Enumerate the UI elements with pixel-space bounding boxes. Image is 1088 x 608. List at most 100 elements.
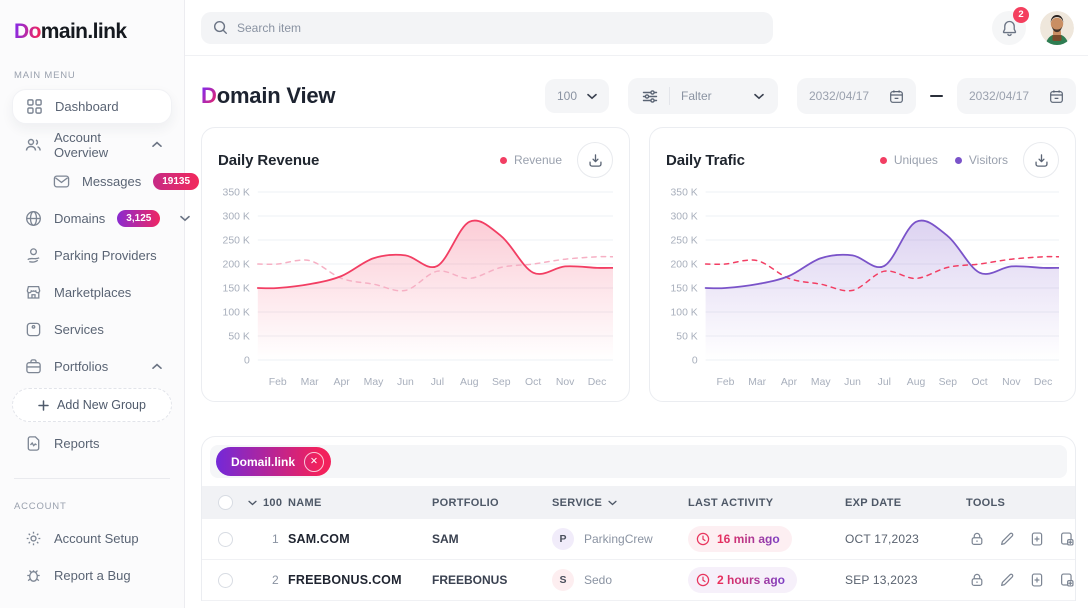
content: Domain View 100 Falter 2032/04/17 [185,56,1088,601]
download-chart-button[interactable] [1023,142,1059,178]
service-initial-badge: S [552,569,574,591]
edit-pencil-icon[interactable] [996,528,1018,550]
briefcase-icon [24,358,42,376]
notifications-button[interactable]: 2 [992,11,1026,45]
service-cell: S Sedo [552,569,688,591]
search-input[interactable] [237,21,761,35]
file-export-icon[interactable] [1056,569,1076,591]
svg-text:Mar: Mar [301,377,319,388]
clock-icon [696,532,710,546]
sidebar-item-messages[interactable]: Messages 19135 [12,163,172,200]
globe-icon [24,210,42,228]
svg-text:100 K: 100 K [671,307,698,318]
header-tools: TOOLS [966,497,1059,509]
svg-text:200 K: 200 K [223,259,250,270]
file-add-icon[interactable] [1026,569,1048,591]
domain-name[interactable]: FREEBONUS.COM [288,573,432,587]
chevron-up-icon[interactable] [152,363,162,370]
svg-text:Sep: Sep [939,377,958,388]
chevron-down-icon [608,500,617,506]
svg-text:Nov: Nov [1002,377,1021,388]
user-avatar[interactable] [1040,11,1074,45]
head-controls: 100 Falter 2032/04/17 [545,78,1076,114]
sidebar-item-label: Services [54,322,104,337]
svg-text:May: May [811,377,831,388]
gear-icon [24,530,42,548]
remove-tag-icon[interactable]: ✕ [304,452,324,472]
filter-dropdown[interactable]: Falter [628,78,778,114]
domain-name[interactable]: SAM.COM [288,532,432,546]
sidebar-item-marketplaces[interactable]: Marketplaces [12,274,172,311]
legend-label: Uniques [894,153,938,167]
lock-icon[interactable] [966,528,988,550]
row-checkbox[interactable] [218,532,233,547]
filter-tag-domail-link[interactable]: Domail.link ✕ [216,447,331,476]
date-from-value: 2032/04/17 [809,89,869,103]
app-logo: Domain.link [12,18,172,44]
calendar-icon [1049,89,1064,104]
exp-date: OCT 17,2023 [845,532,966,546]
svg-text:Mar: Mar [748,377,766,388]
legend-entry-uniques: Uniques [880,153,938,167]
svg-text:May: May [364,377,384,388]
sidebar-item-portfolios[interactable]: Portfolios [12,348,172,385]
edit-pencil-icon[interactable] [996,569,1018,591]
legend-entry-visitors: Visitors [955,153,1008,167]
sidebar-item-parking-providers[interactable]: Parking Providers [12,237,172,274]
svg-text:Dec: Dec [588,377,607,388]
svg-text:100 K: 100 K [223,307,250,318]
sidebar-item-account-overview[interactable]: Account Overview [12,126,172,163]
svg-text:0: 0 [244,355,250,366]
tools-cell [966,528,1076,550]
services-box-icon [24,321,42,339]
header-count[interactable]: 100 [248,497,288,509]
last-activity-cell: 16 min ago [688,526,845,552]
search-bar[interactable] [201,12,773,44]
file-add-icon[interactable] [1026,528,1048,550]
table-header-row: 100 NAME PORTFOLIO SERVICE LAST ACTIVITY… [202,486,1075,519]
chevron-up-icon[interactable] [152,141,162,148]
chart-head: Daily Revenue Revenue [218,140,613,180]
svg-text:Aug: Aug [907,377,926,388]
page-head: Domain View 100 Falter 2032/04/17 [201,78,1076,114]
sidebar-item-account-setup[interactable]: Account Setup [12,520,172,557]
storefront-icon [24,284,42,302]
sidebar-item-report-bug[interactable]: Report a Bug [12,557,172,594]
svg-text:0: 0 [692,355,698,366]
main-area: 2 Domain View 100 [185,0,1088,608]
sidebar-item-domains[interactable]: Domains 3,125 [12,200,172,237]
download-icon [588,153,603,168]
header-name: NAME [288,497,432,509]
chevron-down-icon [754,93,764,100]
download-chart-button[interactable] [577,142,613,178]
chart-legend: Uniques Visitors [880,153,1008,167]
select-all-checkbox[interactable] [218,495,233,510]
service-name: Sedo [584,573,612,587]
sidebar-item-label: Report a Bug [54,568,131,583]
add-new-group-button[interactable]: Add New Group [12,388,172,422]
svg-text:350 K: 350 K [223,187,250,198]
svg-text:250 K: 250 K [671,235,698,246]
plus-icon [38,400,49,411]
svg-text:Jul: Jul [431,377,444,388]
header-service[interactable]: SERVICE [552,497,688,509]
sidebar-item-services[interactable]: Services [12,311,172,348]
svg-text:Nov: Nov [556,377,575,388]
file-export-icon[interactable] [1056,528,1076,550]
last-activity-pill: 16 min ago [688,526,792,552]
date-to-picker[interactable]: 2032/04/17 [957,78,1076,114]
lock-icon[interactable] [966,569,988,591]
sidebar-item-reports[interactable]: Reports [12,425,172,462]
svg-text:Jul: Jul [878,377,891,388]
svg-text:Oct: Oct [971,377,987,388]
header-portfolio: PORTFOLIO [432,497,552,509]
tools-cell [966,569,1076,591]
row-checkbox[interactable] [218,573,233,588]
date-from-picker[interactable]: 2032/04/17 [797,78,916,114]
sidebar-item-dashboard[interactable]: Dashboard [12,89,172,124]
chevron-down-icon [587,93,597,100]
sidebar-item-label: Dashboard [55,99,119,114]
page-size-dropdown[interactable]: 100 [545,79,609,113]
svg-text:150 K: 150 K [223,283,250,294]
sidebar-item-label: Parking Providers [54,248,157,263]
